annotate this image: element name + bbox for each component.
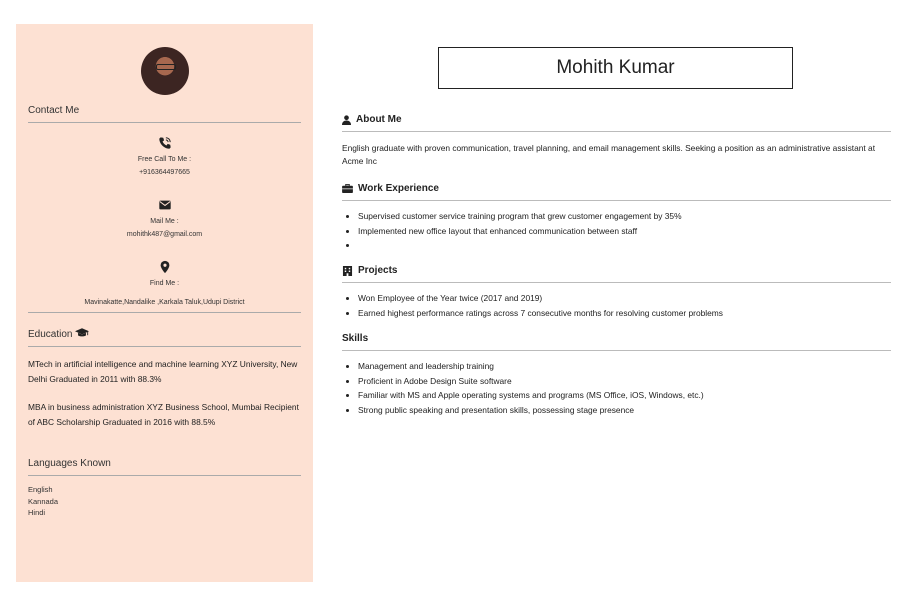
envelope-icon — [158, 200, 171, 210]
about-title: About Me — [342, 114, 891, 132]
contact-label: Find Me : — [149, 280, 180, 287]
about-section: About Me English graduate with proven co… — [342, 114, 891, 168]
skills-title: Skills — [342, 333, 891, 351]
briefcase-icon — [342, 184, 353, 193]
contact-title: Contact Me — [28, 105, 301, 123]
about-text: English graduate with proven communicati… — [342, 143, 876, 166]
list-item: Familiar with MS and Apple operating sys… — [358, 388, 891, 403]
building-icon — [342, 265, 353, 276]
list-item: Earned highest performance ratings acros… — [358, 306, 891, 321]
projects-section: Projects Won Employee of the Year twice … — [342, 265, 891, 320]
address: Mavinakatte,Nandalike ,Karkala Taluk,Udu… — [84, 299, 245, 306]
education-list: MTech in artificial intelligence and mac… — [28, 357, 301, 430]
list-item — [358, 238, 891, 253]
projects-title: Projects — [342, 265, 891, 283]
languages-title: Languages Known — [28, 458, 301, 476]
work-section: Work Experience Supervised customer serv… — [342, 183, 891, 253]
about-title-text: About Me — [356, 114, 402, 125]
contact-location: Find Me : Mavinakatte,Nandalike ,Karkala… — [28, 260, 301, 306]
list-item: Proficient in Adobe Design Suite softwar… — [358, 374, 891, 389]
contact-label: Mail Me : — [150, 218, 179, 225]
work-title-text: Work Experience — [358, 183, 439, 194]
language-item: Kannada — [28, 496, 59, 506]
location-pin-icon — [160, 260, 169, 274]
list-item: Implemented new office layout that enhan… — [358, 224, 891, 239]
list-item: Management and leadership training — [358, 359, 891, 374]
email-address[interactable]: mohithk487@gmail.com — [28, 231, 301, 238]
sidebar: Contact Me Free Call To Me : +9163644976… — [16, 24, 313, 582]
avatar — [140, 47, 189, 95]
contact-phone: Free Call To Me : +916364497665 — [28, 136, 301, 176]
work-title: Work Experience — [342, 183, 891, 201]
phone-number[interactable]: +916364497665 — [28, 169, 301, 176]
skills-list: Management and leadership training Profi… — [342, 359, 891, 417]
name-title: Mohith Kumar — [438, 47, 793, 89]
skills-section: Skills Management and leadership trainin… — [342, 333, 891, 417]
education-item: MTech in artificial intelligence and mac… — [28, 359, 298, 384]
list-item: Won Employee of the Year twice (2017 and… — [358, 291, 891, 306]
language-item: English — [28, 485, 53, 494]
projects-list: Won Employee of the Year twice (2017 and… — [342, 291, 891, 320]
projects-title-text: Projects — [358, 265, 398, 276]
user-icon — [342, 114, 351, 125]
education-title: Education — [28, 328, 301, 347]
education-title-text: Education — [28, 329, 73, 340]
education-item: MBA in business administration XYZ Busin… — [28, 402, 299, 427]
list-item: Supervised customer service training pro… — [358, 209, 891, 224]
phone-icon — [158, 137, 171, 149]
work-list: Supervised customer service training pro… — [342, 209, 891, 253]
graduation-cap-icon — [75, 328, 90, 337]
list-item: Strong public speaking and presentation … — [358, 403, 891, 418]
contact-mail: Mail Me : mohithk487@gmail.com — [28, 198, 301, 238]
languages-list: English Kannada Hindi — [28, 484, 301, 519]
language-item: Hindi — [28, 508, 46, 517]
contact-label: Free Call To Me : — [137, 156, 192, 163]
